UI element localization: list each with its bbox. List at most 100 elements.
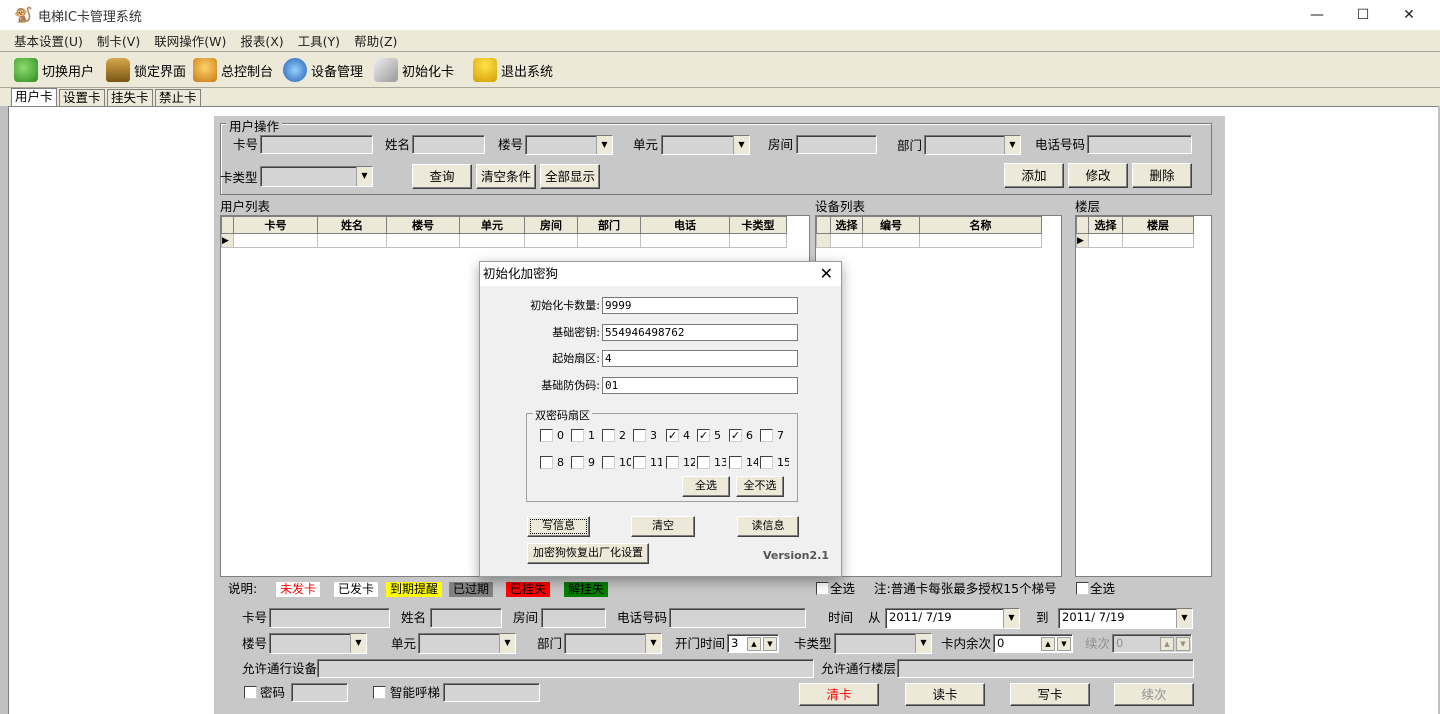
- device-list-grid[interactable]: 选择 编号 名称: [815, 215, 1062, 577]
- allowed-floors-input[interactable]: [897, 659, 1194, 678]
- clear-info-button[interactable]: 清空: [631, 516, 695, 537]
- checkbox-box[interactable]: ✓: [697, 429, 710, 442]
- allowed-devices-input[interactable]: [317, 659, 814, 678]
- dialog-close-icon[interactable]: ✕: [820, 264, 833, 284]
- edit-button[interactable]: 修改: [1068, 163, 1128, 188]
- add-button[interactable]: 添加: [1004, 163, 1064, 188]
- select-none-sectors-button[interactable]: 全不选: [736, 476, 784, 497]
- col-card-no[interactable]: 卡号: [233, 216, 318, 234]
- unit-select[interactable]: ▼: [661, 135, 750, 155]
- menu-tools[interactable]: 工具(Y): [298, 31, 340, 50]
- form-room-input[interactable]: [541, 608, 606, 628]
- table-row[interactable]: ▶: [221, 233, 787, 248]
- exit-system-button[interactable]: 退出系统: [473, 56, 553, 84]
- sector-checkbox-5[interactable]: ✓ 5: [697, 429, 726, 442]
- spin-up-icon[interactable]: ▲: [1160, 637, 1174, 651]
- room-input[interactable]: [796, 135, 877, 154]
- init-count-input[interactable]: 9999: [602, 297, 798, 314]
- smart-call-input[interactable]: [443, 683, 540, 702]
- col-room[interactable]: 房间: [524, 216, 578, 234]
- checkbox-box[interactable]: ✓: [729, 429, 742, 442]
- tab-setting-card[interactable]: 设置卡: [59, 89, 105, 106]
- table-row[interactable]: [816, 233, 1042, 248]
- checkbox-box[interactable]: [633, 456, 646, 469]
- tab-ban-card[interactable]: 禁止卡: [155, 89, 201, 106]
- col-device-name[interactable]: 名称: [919, 216, 1042, 234]
- to-date-picker[interactable]: 2011/ 7/19 ▼: [1058, 608, 1193, 629]
- open-time-stepper[interactable]: 3 ▲ ▼: [727, 634, 779, 653]
- col-floor-select[interactable]: 选择: [1088, 216, 1123, 234]
- sector-checkbox-12[interactable]: 12: [666, 456, 695, 469]
- col-select[interactable]: 选择: [830, 216, 863, 234]
- password-input[interactable]: [291, 683, 348, 702]
- col-building[interactable]: 楼号: [386, 216, 460, 234]
- col-card-type[interactable]: 卡类型: [729, 216, 787, 234]
- checkbox-box[interactable]: [633, 429, 646, 442]
- menu-basic-settings[interactable]: 基本设置(U): [14, 31, 83, 50]
- dept-select[interactable]: ▼: [924, 135, 1021, 155]
- form-dept-select[interactable]: ▼: [564, 633, 662, 654]
- sector-checkbox-13[interactable]: 13: [697, 456, 726, 469]
- spin-down-icon[interactable]: ▼: [1176, 637, 1190, 651]
- sector-checkbox-10[interactable]: 10: [602, 456, 631, 469]
- close-button[interactable]: ✕: [1386, 0, 1432, 30]
- show-all-button[interactable]: 全部显示: [540, 164, 600, 189]
- spin-down-icon[interactable]: ▼: [1057, 637, 1071, 651]
- form-unit-select[interactable]: ▼: [418, 633, 516, 654]
- delete-button[interactable]: 删除: [1132, 163, 1192, 188]
- phone-input[interactable]: [1087, 135, 1192, 154]
- menu-network[interactable]: 联网操作(W): [154, 31, 226, 50]
- form-name-input[interactable]: [430, 608, 502, 628]
- checkbox-box[interactable]: [729, 456, 742, 469]
- renew-stepper[interactable]: 0 ▲ ▼: [1112, 634, 1192, 653]
- checkbox-box[interactable]: [760, 429, 773, 442]
- menu-make-card[interactable]: 制卡(V): [97, 31, 140, 50]
- control-console-button[interactable]: 总控制台: [193, 56, 273, 84]
- sector-checkbox-6[interactable]: ✓ 6: [729, 429, 758, 442]
- card-type-select[interactable]: ▼: [260, 166, 373, 187]
- checkbox-box[interactable]: ✓: [666, 429, 679, 442]
- clear-card-button[interactable]: 清卡: [799, 683, 879, 706]
- query-button[interactable]: 查询: [412, 164, 472, 189]
- device-select-all-checkbox[interactable]: [816, 582, 829, 595]
- smart-call-checkbox[interactable]: [373, 686, 386, 699]
- remaining-stepper[interactable]: 0 ▲ ▼: [993, 634, 1073, 653]
- write-card-button[interactable]: 写卡: [1010, 683, 1090, 706]
- sector-checkbox-7[interactable]: 7: [760, 429, 789, 442]
- select-all-sectors-button[interactable]: 全选: [682, 476, 730, 497]
- sector-checkbox-2[interactable]: 2: [602, 429, 631, 442]
- menu-reports[interactable]: 报表(X): [240, 31, 283, 50]
- sector-checkbox-11[interactable]: 11: [633, 456, 662, 469]
- maximize-button[interactable]: ☐: [1340, 0, 1386, 30]
- form-card-type-select[interactable]: ▼: [834, 633, 932, 654]
- lock-screen-button[interactable]: 锁定界面: [106, 56, 186, 84]
- form-building-select[interactable]: ▼: [269, 633, 367, 654]
- sector-checkbox-1[interactable]: 1: [571, 429, 600, 442]
- col-name[interactable]: 姓名: [317, 216, 387, 234]
- sector-checkbox-4[interactable]: ✓ 4: [666, 429, 695, 442]
- checkbox-box[interactable]: [540, 456, 553, 469]
- col-dept[interactable]: 部门: [577, 216, 641, 234]
- col-number[interactable]: 编号: [862, 216, 920, 234]
- device-management-button[interactable]: 设备管理: [283, 56, 363, 84]
- password-checkbox[interactable]: [244, 686, 257, 699]
- sector-checkbox-14[interactable]: 14: [729, 456, 758, 469]
- sector-checkbox-3[interactable]: 3: [633, 429, 662, 442]
- clear-conditions-button[interactable]: 清空条件: [476, 164, 536, 189]
- floor-list-grid[interactable]: 选择 楼层 ▶: [1075, 215, 1212, 577]
- sector-checkbox-8[interactable]: 8: [540, 456, 569, 469]
- base-key-input[interactable]: 554946498762: [602, 324, 798, 341]
- sector-checkbox-15[interactable]: 15: [760, 456, 789, 469]
- checkbox-box[interactable]: [571, 456, 584, 469]
- anti-fake-input[interactable]: 01: [602, 377, 798, 394]
- write-info-button[interactable]: 写信息: [527, 516, 590, 537]
- init-card-button[interactable]: 初始化卡: [374, 56, 454, 84]
- col-unit[interactable]: 单元: [459, 216, 525, 234]
- checkbox-box[interactable]: [760, 456, 773, 469]
- minimize-button[interactable]: —: [1294, 0, 1340, 30]
- table-row[interactable]: ▶: [1076, 233, 1194, 248]
- start-sector-input[interactable]: 4: [602, 350, 798, 367]
- from-date-picker[interactable]: 2011/ 7/19 ▼: [885, 608, 1020, 629]
- sector-checkbox-9[interactable]: 9: [571, 456, 600, 469]
- col-phone[interactable]: 电话: [640, 216, 730, 234]
